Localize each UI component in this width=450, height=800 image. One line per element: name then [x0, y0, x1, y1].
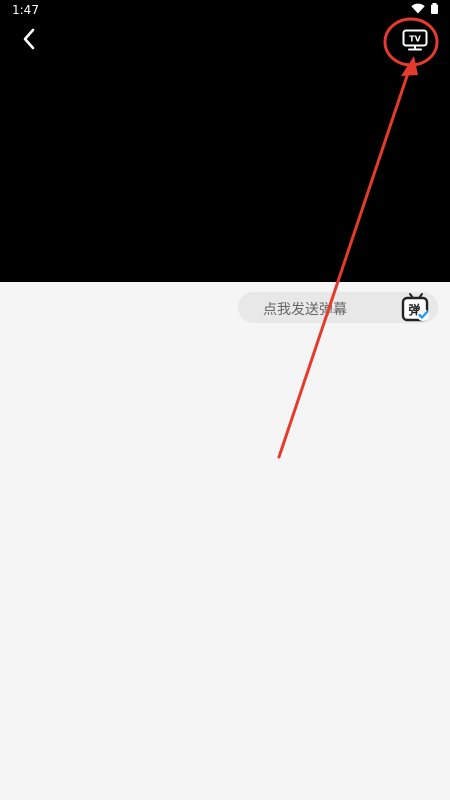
tv-cast-button[interactable]: TV — [398, 26, 432, 54]
danmaku-placeholder: 点我发送弹幕 — [263, 302, 347, 318]
tv-label: TV — [409, 35, 421, 44]
status-icons — [411, 3, 438, 14]
tv-cast-icon: TV — [402, 29, 428, 51]
video-player[interactable]: 1:47 TV — [0, 0, 450, 282]
danmaku-toggle-button[interactable]: 弹 — [400, 292, 432, 324]
status-bar: 1:47 — [0, 0, 450, 20]
danmaku-toggle-icon: 弹 — [401, 293, 429, 322]
battery-icon — [431, 3, 438, 14]
screen: 1:47 TV 点我发送弹幕 弹 — [0, 0, 450, 800]
wifi-icon — [411, 3, 425, 14]
back-button[interactable] — [14, 24, 44, 54]
chevron-left-icon — [23, 28, 35, 50]
status-time: 1:47 — [12, 3, 39, 17]
